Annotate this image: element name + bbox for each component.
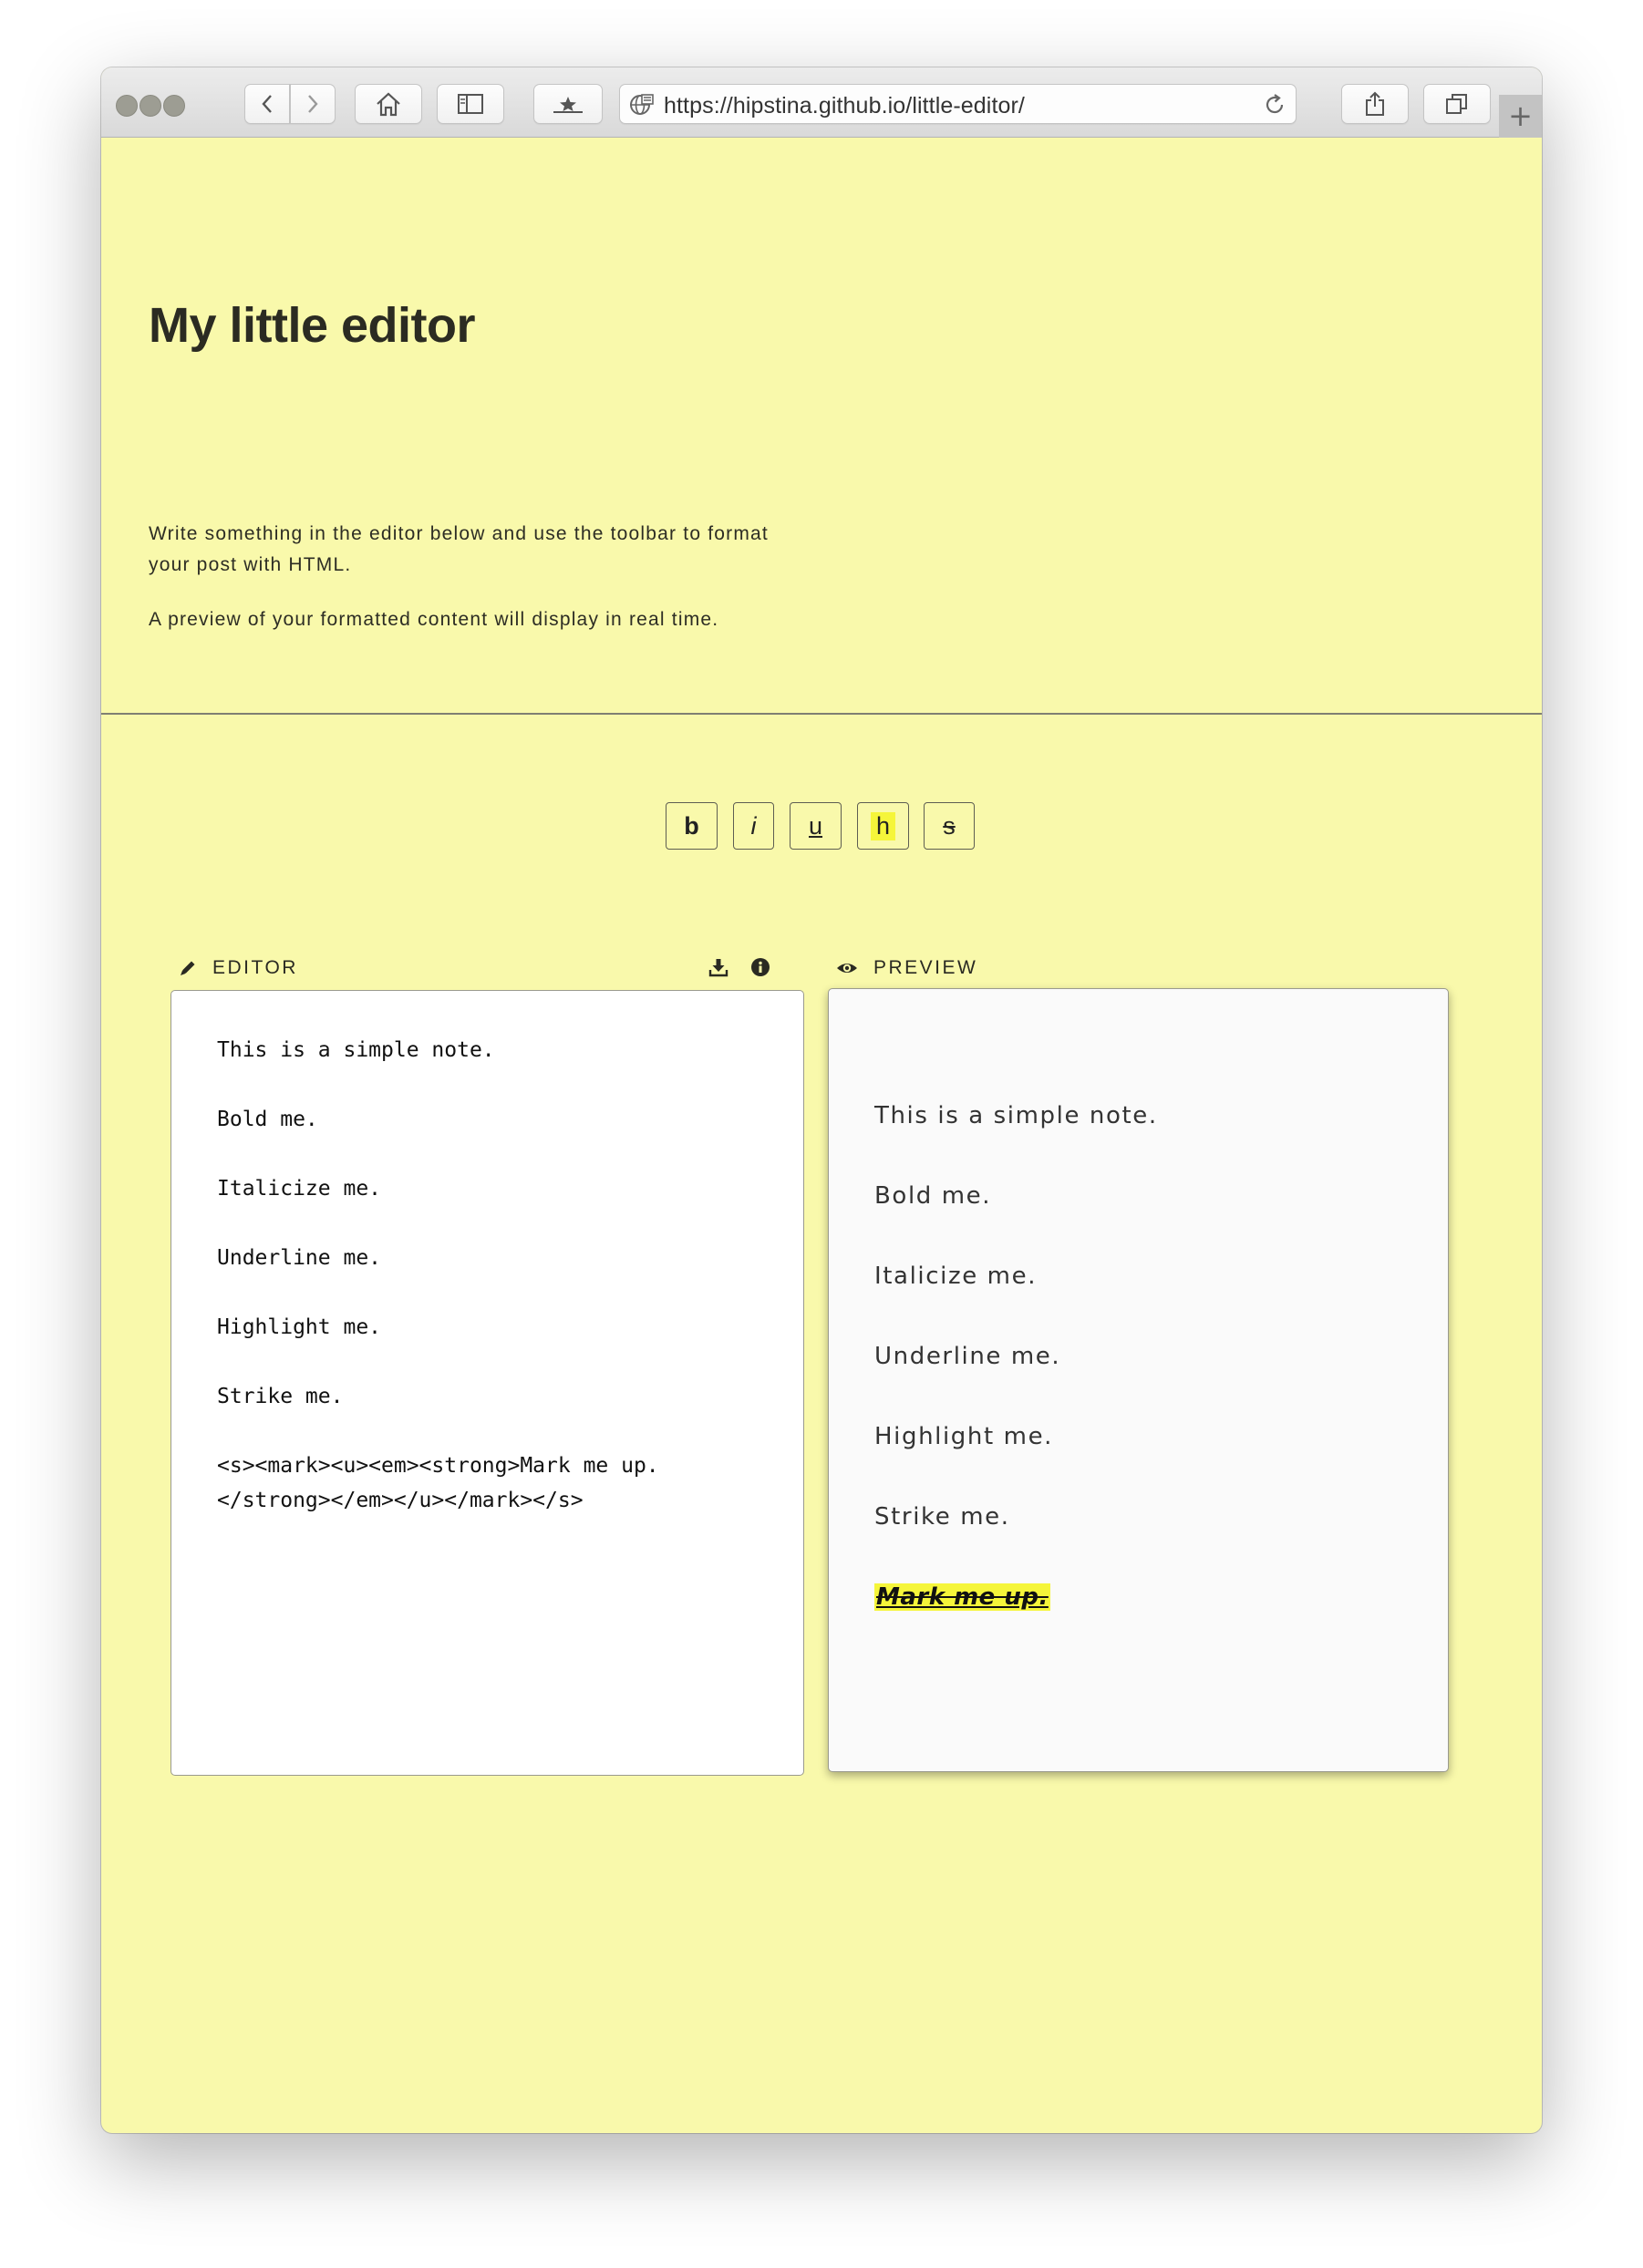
editor-line: </strong></em></u></mark></s> <box>217 1489 584 1512</box>
close-window-button[interactable] <box>116 95 138 117</box>
bold-button-label: b <box>684 811 699 840</box>
underline-button[interactable]: u <box>790 802 842 850</box>
marked-text: Mark me up. <box>874 1583 1050 1611</box>
page-content: My little editor Write something in the … <box>101 139 1542 2133</box>
share-icon <box>1366 91 1384 116</box>
eye-icon <box>837 964 857 973</box>
editor-line: This is a simple note. <box>217 1038 495 1062</box>
preview-line: Underline me. <box>874 1343 1061 1370</box>
bookmarks-button[interactable] <box>533 84 603 124</box>
strike-button[interactable]: s <box>924 802 975 850</box>
forward-button[interactable] <box>290 84 336 124</box>
chevron-left-icon <box>262 95 272 113</box>
intro-paragraph: A preview of your formatted content will… <box>149 609 719 630</box>
zoom-window-button[interactable] <box>163 95 185 117</box>
highlight-button[interactable]: h <box>857 802 909 850</box>
bold-button[interactable]: b <box>666 802 718 850</box>
editor-textarea[interactable]: This is a simple note. Bold me. Italiciz… <box>170 990 804 1776</box>
page-title: My little editor <box>149 298 476 353</box>
editor-header: EDITOR <box>178 954 298 982</box>
chevron-right-icon <box>308 95 318 113</box>
preview-line: Italicize me. <box>874 1263 1038 1290</box>
download-icon[interactable] <box>708 957 728 977</box>
sidebar-icon <box>458 94 483 114</box>
editor-line: Underline me. <box>217 1246 382 1270</box>
preview-line: Bold me. <box>874 1182 992 1210</box>
reload-icon[interactable] <box>1263 93 1286 117</box>
editor-label: EDITOR <box>212 957 298 978</box>
preview-line: This is a simple note. <box>874 1102 1158 1129</box>
url-text: https://hipstina.github.io/little-editor… <box>664 93 1025 119</box>
preview-line: Strike me. <box>874 1503 1010 1531</box>
info-icon[interactable] <box>750 957 770 977</box>
highlight-button-label: h <box>870 811 896 840</box>
home-icon <box>377 92 400 117</box>
new-tab-button[interactable]: + <box>1499 95 1542 138</box>
editor-line: Bold me. <box>217 1108 318 1131</box>
editor-line: Strike me. <box>217 1385 344 1408</box>
back-button[interactable] <box>244 84 290 124</box>
section-divider <box>101 713 1542 715</box>
tabs-overview-button[interactable] <box>1423 84 1491 124</box>
share-button[interactable] <box>1341 84 1409 124</box>
editor-line: <s><mark><u><em><strong>Mark me up. <box>217 1454 659 1478</box>
home-button[interactable] <box>355 84 422 124</box>
pencil-icon <box>181 961 195 975</box>
browser-toolbar: https://hipstina.github.io/little-editor… <box>101 67 1542 138</box>
star-bookmark-icon <box>553 97 583 113</box>
preview-line: Highlight me. <box>874 1423 1054 1450</box>
tabs-icon <box>1446 94 1467 114</box>
sidebar-button[interactable] <box>437 84 504 124</box>
strike-button-label: s <box>943 811 956 840</box>
site-icon <box>630 94 654 115</box>
italic-button-label: i <box>750 811 757 840</box>
address-bar[interactable]: https://hipstina.github.io/little-editor… <box>619 84 1297 124</box>
preview-pane: This is a simple note. Bold me. Italiciz… <box>828 988 1449 1772</box>
preview-label: PREVIEW <box>873 957 978 978</box>
italic-button[interactable]: i <box>733 802 774 850</box>
preview-marked-line: Mark me up. <box>874 1583 1050 1611</box>
browser-window: https://hipstina.github.io/little-editor… <box>101 67 1542 2133</box>
editor-line: Italicize me. <box>217 1177 382 1201</box>
preview-header: PREVIEW <box>835 954 977 982</box>
underline-button-label: u <box>808 811 823 840</box>
minimize-window-button[interactable] <box>140 95 161 117</box>
editor-line: Highlight me. <box>217 1315 382 1339</box>
intro-paragraph: Write something in the editor below and … <box>149 523 769 575</box>
